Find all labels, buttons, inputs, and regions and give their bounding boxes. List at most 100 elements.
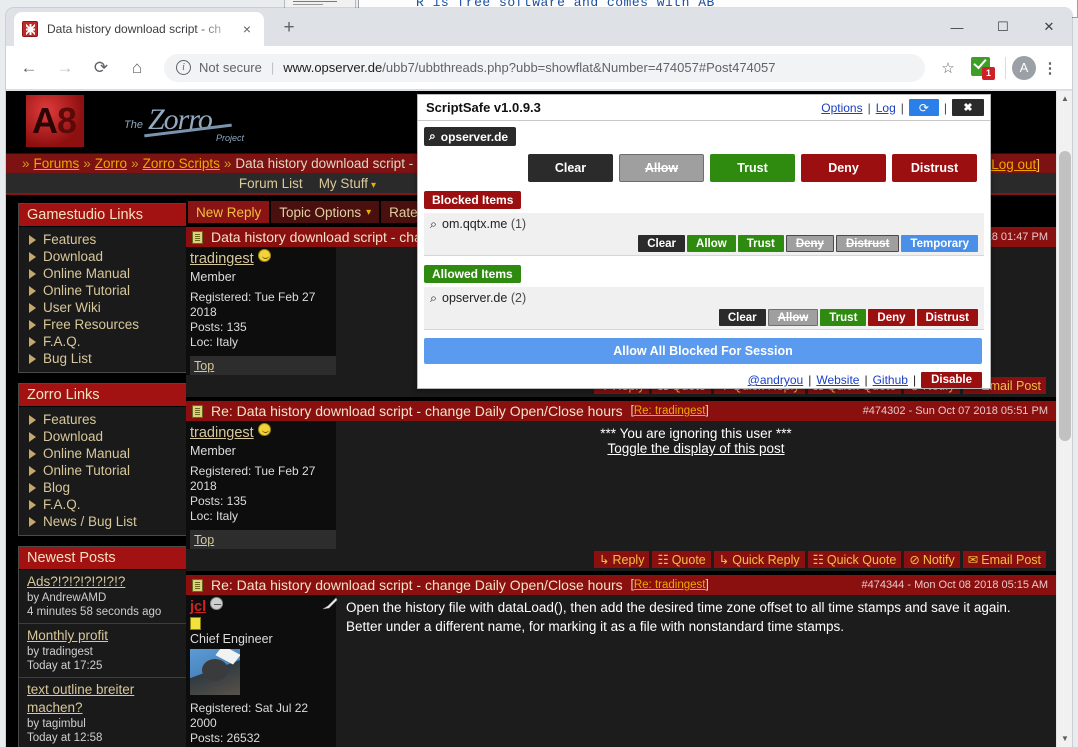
scriptsafe-extension-icon[interactable]: 1: [969, 55, 995, 80]
home-button[interactable]: ⌂: [122, 53, 152, 83]
new-tab-button[interactable]: +: [278, 18, 300, 40]
scriptsafe-allow-button[interactable]: Allow: [767, 309, 819, 326]
website-link[interactable]: Website: [816, 373, 859, 387]
allow-all-blocked-button[interactable]: Allow All Blocked For Session: [424, 338, 982, 364]
window-close-button[interactable]: ✕: [1026, 8, 1072, 46]
post-author-posts: Posts: 26532: [190, 731, 261, 745]
refresh-icon[interactable]: ⟳: [908, 99, 939, 116]
omnibox-separator: |: [270, 60, 275, 75]
scriptsafe-deny-button[interactable]: Deny: [785, 235, 834, 252]
topic-button-new-reply[interactable]: New Reply: [188, 201, 270, 223]
page-scrollbar[interactable]: ▲ ▼: [1056, 91, 1072, 747]
action-notify[interactable]: ⊘Notify: [904, 551, 960, 568]
breadcrumb-item-forums[interactable]: Forums: [34, 156, 80, 171]
action-quick-quote[interactable]: ☷Quick Quote: [807, 551, 902, 568]
post-reply-reference[interactable]: [Re: tradingest]: [631, 405, 709, 417]
newest-post-title[interactable]: Monthly profit: [27, 627, 182, 645]
sidebar-item-online-tutorial[interactable]: Online Tutorial: [19, 462, 190, 479]
nav-forum-list[interactable]: Forum List: [239, 176, 303, 191]
scriptsafe-clear-button[interactable]: Clear: [638, 235, 686, 252]
site-info-icon[interactable]: i: [176, 60, 191, 75]
sidebar-item-download[interactable]: Download: [19, 248, 190, 265]
window-minimize-button[interactable]: —: [934, 8, 980, 46]
scriptsafe-distrust-button[interactable]: Distrust: [916, 309, 978, 326]
back-button[interactable]: ←: [14, 53, 44, 83]
nav-my-stuff[interactable]: My Stuff ▾: [319, 176, 376, 191]
post-reply-reference[interactable]: [Re: tradingest]: [631, 579, 709, 591]
scriptsafe-allow-button[interactable]: Allow: [619, 154, 704, 182]
post-author-name[interactable]: tradingest: [190, 425, 254, 441]
post-author-name[interactable]: tradingest: [190, 251, 254, 267]
breadcrumb-item-zorro-scripts[interactable]: Zorro Scripts: [143, 156, 220, 171]
close-icon[interactable]: ✖: [952, 99, 984, 116]
breadcrumb-item-zorro[interactable]: Zorro: [95, 156, 127, 171]
profile-avatar[interactable]: A: [1012, 55, 1036, 80]
newest-post-title[interactable]: Ads?!?!?!?!?!?!?: [27, 573, 182, 591]
sidebar-item-online-manual[interactable]: Online Manual: [19, 445, 190, 462]
sidebar-item-f-a-q[interactable]: F.A.Q.: [19, 496, 190, 513]
scriptsafe-allow-button[interactable]: Allow: [687, 235, 736, 252]
forward-button[interactable]: →: [50, 53, 80, 83]
disable-button[interactable]: Disable: [921, 372, 982, 388]
scriptsafe-trust-button[interactable]: Trust: [820, 309, 867, 326]
sidebar-item-free-resources[interactable]: Free Resources: [19, 316, 190, 333]
chrome-menu-icon[interactable]: ⋮: [1036, 61, 1064, 76]
action-email-post[interactable]: ✉Email Post: [962, 551, 1046, 568]
sidebar-item-news-bug-list[interactable]: News / Bug List: [19, 513, 190, 530]
post-author-name[interactable]: jcl: [190, 599, 206, 615]
sidebar-item-blog[interactable]: Blog: [19, 479, 190, 496]
scriptsafe-trust-button[interactable]: Trust: [710, 154, 795, 182]
tab-close-icon[interactable]: ×: [238, 22, 256, 36]
topic-button-topic-options[interactable]: Topic Options ▾: [271, 201, 380, 223]
scriptsafe-item-host[interactable]: opserver.de: [442, 291, 507, 305]
post-top-link[interactable]: Top: [194, 359, 214, 373]
post: Re: Data history download script - chang…: [186, 401, 1056, 571]
scriptsafe-clear-button[interactable]: Clear: [718, 309, 766, 326]
logout-link[interactable]: Log out: [991, 157, 1036, 172]
action-label: Email Post: [981, 553, 1041, 567]
action-reply[interactable]: ↳Reply: [594, 551, 650, 568]
sidebar-item-features[interactable]: Features: [19, 231, 190, 248]
triangle-right-icon: [29, 268, 36, 279]
scriptsafe-options-link[interactable]: Options: [821, 101, 862, 115]
header-pipe-1: |: [867, 100, 871, 115]
logout-bracket-close: ]: [1036, 156, 1040, 172]
bookmark-star-icon[interactable]: ☆: [933, 59, 963, 77]
scrollbar-thumb[interactable]: [1059, 151, 1071, 441]
search-icon: ⌕: [429, 129, 436, 143]
scriptsafe-clear-button[interactable]: Clear: [528, 154, 613, 182]
toggle-post-display-link[interactable]: Toggle the display of this post: [346, 441, 1046, 456]
scriptsafe-log-link[interactable]: Log: [876, 101, 896, 115]
scriptsafe-trust-button[interactable]: Trust: [737, 235, 784, 252]
breadcrumb-sep-0: »: [22, 156, 30, 171]
reload-button[interactable]: ⟳: [86, 53, 116, 83]
scriptsafe-distrust-button[interactable]: Distrust: [892, 154, 977, 182]
github-link[interactable]: Github: [873, 373, 908, 387]
address-bar[interactable]: i Not secure | www.opserver.de/ubb7/ubbt…: [164, 53, 925, 82]
scriptsafe-deny-button[interactable]: Deny: [801, 154, 886, 182]
newest-post-title[interactable]: text outline breiter machen?: [27, 681, 182, 717]
pencil-icon: [322, 597, 338, 611]
scriptsafe-distrust-button[interactable]: Distrust: [835, 235, 900, 252]
current-site-label: opserver.de: [440, 129, 509, 144]
scriptsafe-item-host[interactable]: om.qqtx.me: [442, 217, 507, 231]
sidebar-item-bug-list[interactable]: Bug List: [19, 350, 190, 367]
sidebar-item-online-manual[interactable]: Online Manual: [19, 265, 190, 282]
sidebar-item-f-a-q[interactable]: F.A.Q.: [19, 333, 190, 350]
sidebar-item-download[interactable]: Download: [19, 428, 190, 445]
action-quick-reply[interactable]: ↳Quick Reply: [713, 551, 805, 568]
twitter-link[interactable]: @andryou: [748, 373, 804, 387]
post-top-link[interactable]: Top: [194, 533, 214, 547]
scriptsafe-deny-button[interactable]: Deny: [868, 309, 915, 326]
scriptsafe-temp-button[interactable]: Temporary: [901, 235, 978, 252]
scroll-down-icon[interactable]: ▼: [1057, 731, 1072, 747]
chevron-down-icon: ▾: [366, 206, 372, 218]
action-quote[interactable]: ☷Quote: [652, 551, 711, 568]
sidebar-item-features[interactable]: Features: [19, 411, 190, 428]
sidebar-item-online-tutorial[interactable]: Online Tutorial: [19, 282, 190, 299]
window-maximize-button[interactable]: ☐: [980, 8, 1026, 46]
scroll-up-icon[interactable]: ▲: [1057, 91, 1072, 107]
browser-tab[interactable]: Data history download script - ch ×: [14, 12, 264, 46]
sidebar-item-label: User Wiki: [43, 300, 101, 315]
sidebar-item-user-wiki[interactable]: User Wiki: [19, 299, 190, 316]
